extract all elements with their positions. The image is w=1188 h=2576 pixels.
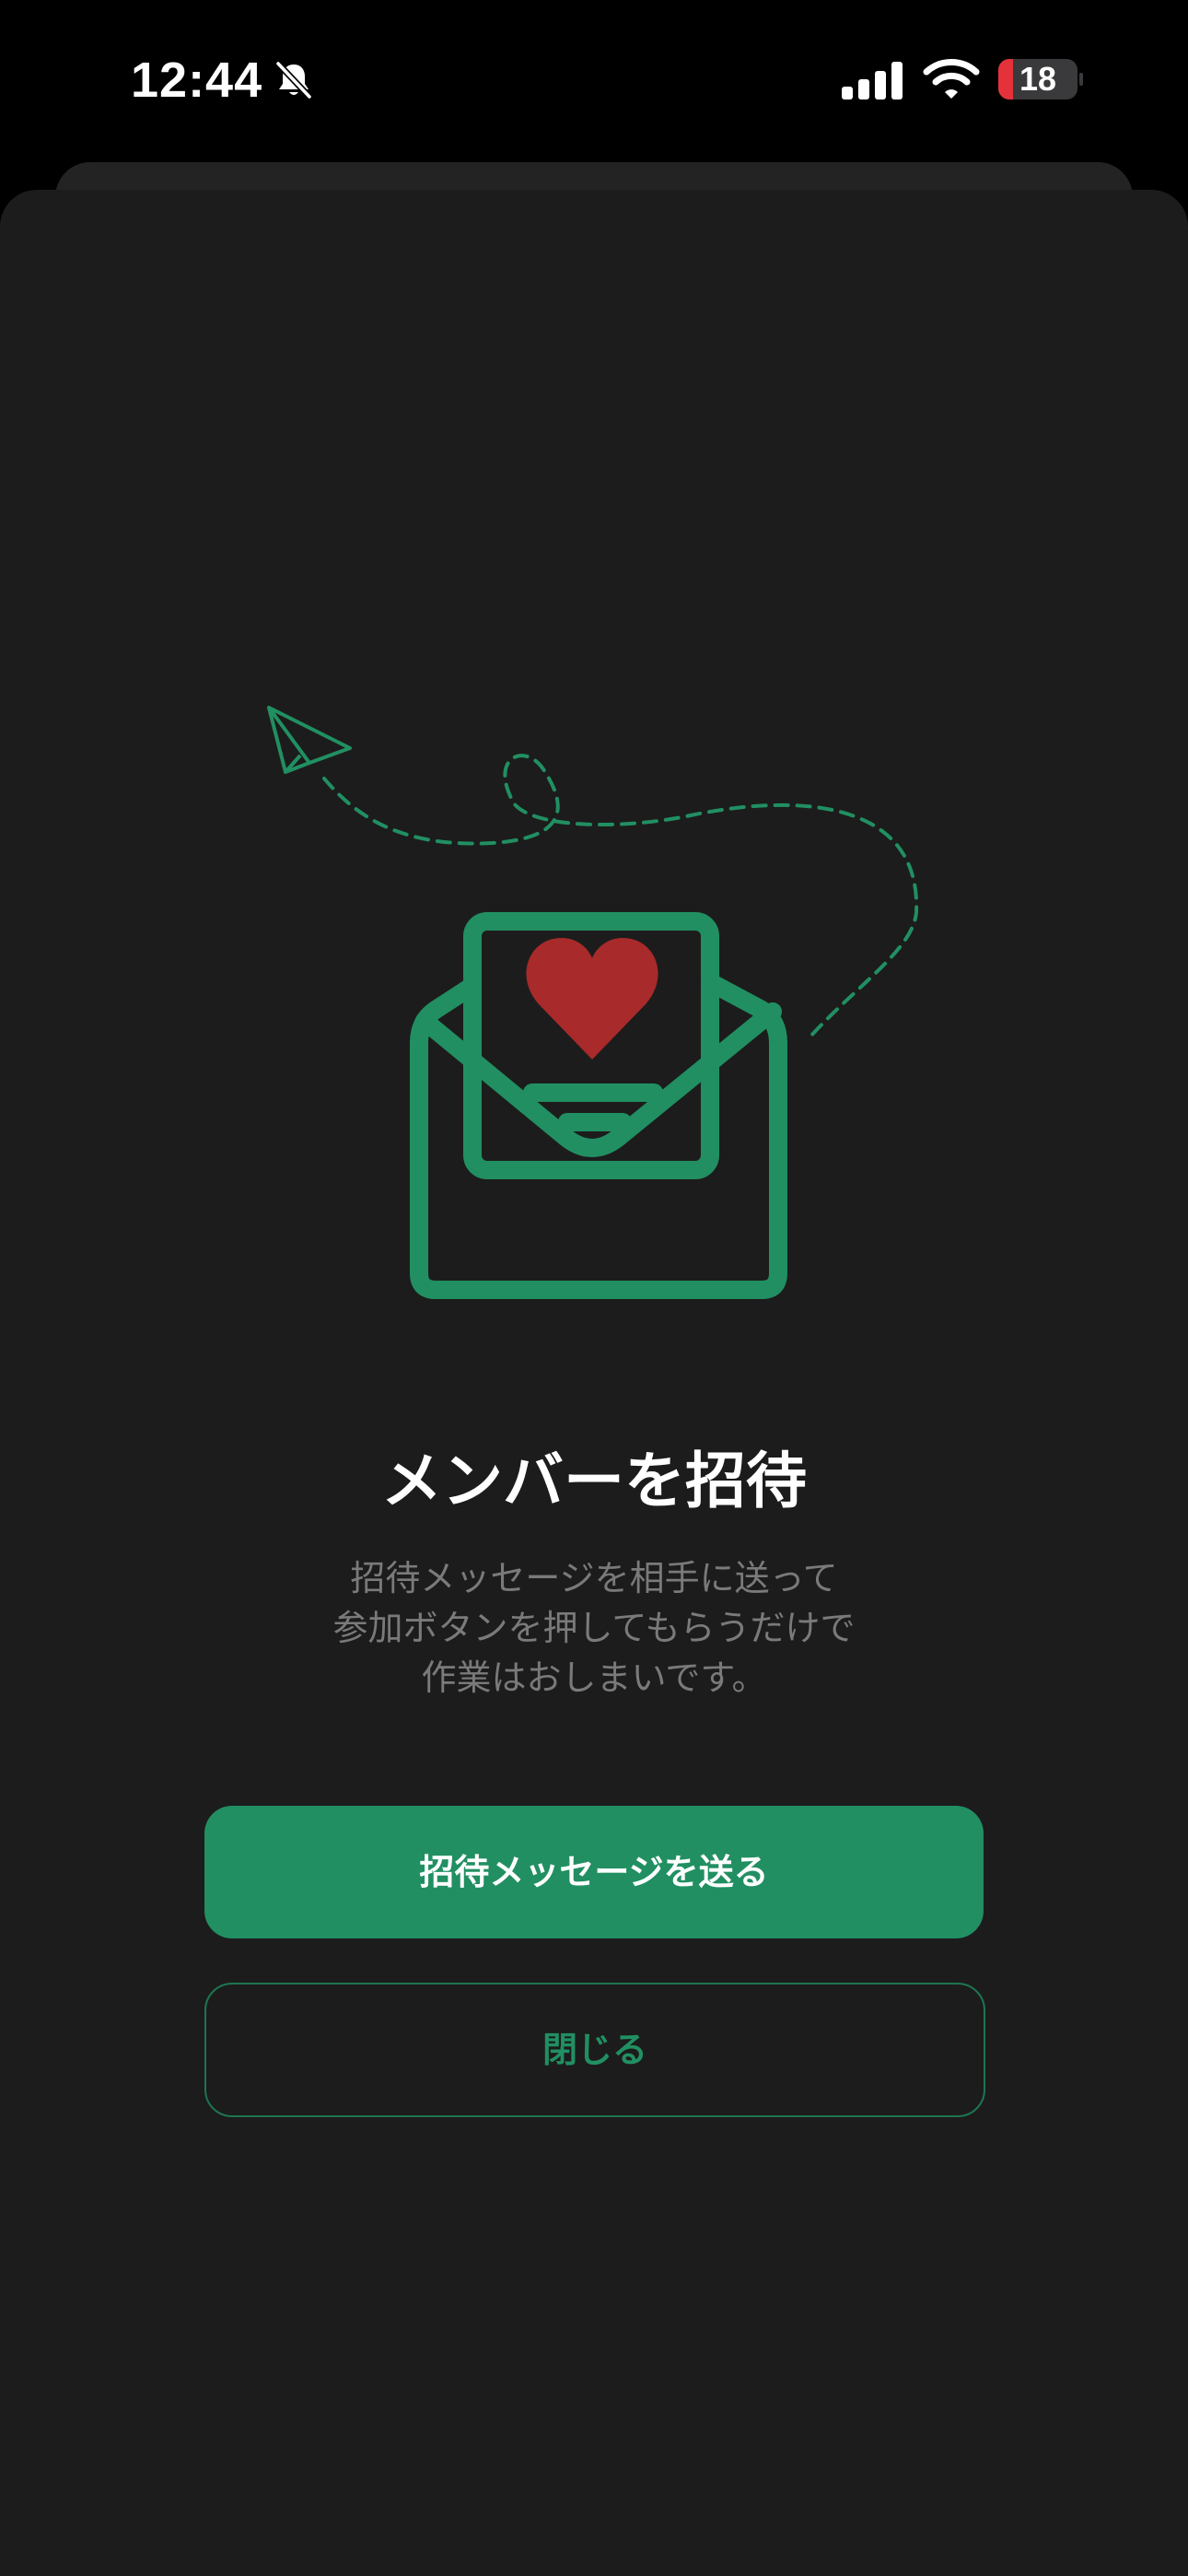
cellular-signal-icon xyxy=(842,62,903,100)
invite-sheet xyxy=(0,190,1188,2576)
heart-icon xyxy=(526,938,658,1060)
send-invite-button[interactable]: 招待メッセージを送る xyxy=(204,1806,984,1938)
battery-level: 18 xyxy=(1019,60,1057,98)
invite-title: メンバーを招待 xyxy=(381,1446,807,1516)
description-line: 参加ボタンを押してもらうだけで xyxy=(332,1608,856,1648)
wifi-icon xyxy=(923,59,980,99)
description-line: 招待メッセージを相手に送って xyxy=(350,1558,838,1598)
description-line: 作業はおしまいです。 xyxy=(421,1657,767,1698)
paper-plane-icon xyxy=(267,706,352,774)
close-button[interactable]: 閉じる xyxy=(204,1983,985,2117)
status-bar: 12:44 18 xyxy=(0,0,1188,161)
bell-slash-icon xyxy=(274,60,313,100)
status-time: 12:44 xyxy=(131,53,263,108)
invite-illustration xyxy=(267,706,919,1299)
invite-description: 招待メッセージを相手に送って 参加ボタンを押してもらうだけで 作業はおしまいです… xyxy=(226,1553,962,1703)
